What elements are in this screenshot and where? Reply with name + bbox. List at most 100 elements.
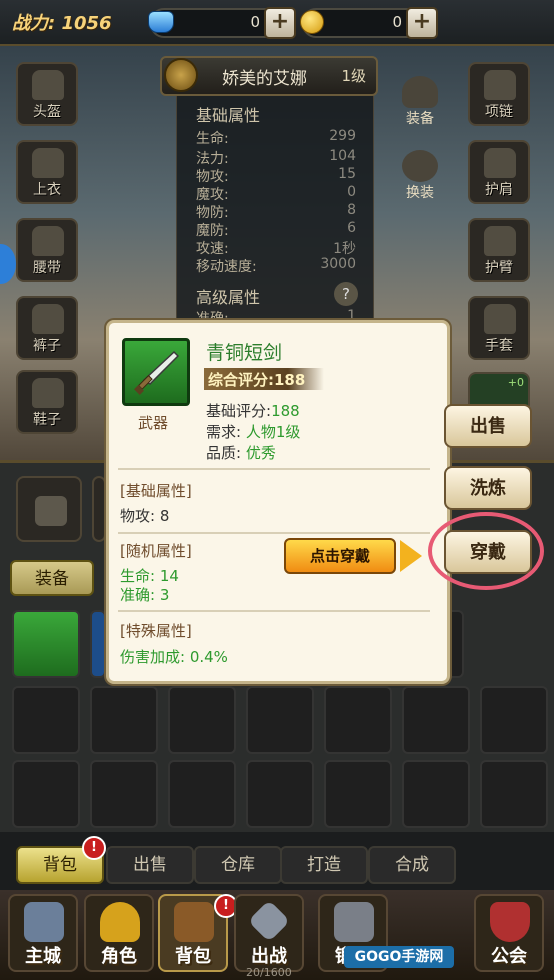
nav-main-city[interactable]: 主城 [8, 894, 78, 972]
tab-craft[interactable]: 打造 [280, 846, 368, 884]
bag-capacity: 20/1600 [246, 966, 292, 979]
slot-bracer[interactable]: 护臂 [468, 218, 530, 282]
item-name: 青铜短剑 [206, 342, 283, 364]
slot-label: 护臂 [485, 260, 513, 276]
attr-row: 攻速: 1秒 [196, 241, 356, 257]
special-attr-line: 伤害加成: 0.4% [120, 648, 228, 666]
gold-value: 0 [392, 13, 402, 31]
slot-necklace[interactable]: 项链 [468, 62, 530, 126]
nav-guild[interactable]: 公会 [474, 894, 544, 972]
inventory-cell[interactable] [12, 760, 80, 828]
inventory-cell[interactable] [480, 760, 548, 828]
gloves-icon [484, 304, 516, 334]
inventory-item-sword[interactable] [12, 610, 80, 678]
random-attr-line: 生命: 14 [120, 567, 179, 585]
inventory-cell[interactable] [402, 686, 470, 754]
power-value: 1056 [61, 13, 112, 34]
locked-slot[interactable] [16, 476, 82, 542]
slot-label: 上衣 [33, 182, 61, 198]
change-outfit-icon [402, 150, 438, 182]
inventory-cell[interactable] [246, 760, 314, 828]
inventory-item[interactable] [90, 610, 106, 678]
locked-slot[interactable] [92, 476, 106, 542]
equip-tab-button[interactable]: 装备 [394, 76, 446, 132]
help-icon[interactable]: ? [334, 282, 358, 306]
hero-name: 娇美的艾娜 [222, 69, 307, 89]
slot-label: 头盔 [33, 104, 61, 120]
bracer-icon [484, 226, 516, 256]
necklace-icon [484, 70, 516, 100]
slot-gloves[interactable]: 手套 [468, 296, 530, 360]
inventory-cell[interactable] [90, 760, 158, 828]
pants-icon [32, 304, 64, 334]
slot-helmet[interactable]: 头盔 [16, 62, 78, 126]
divider [118, 468, 430, 470]
divider [118, 532, 430, 534]
requirement: 需求: 人物1级 [206, 423, 301, 441]
refine-button[interactable]: 洗炼 [444, 466, 532, 510]
arrow-right-icon [400, 540, 422, 572]
overall-score: 综合评分:188 [208, 371, 306, 389]
power-label: 战力: [12, 13, 56, 34]
attr-row: 魔攻: 0 [196, 184, 356, 203]
attr-row: 移动速度: 3000 [196, 256, 356, 275]
sell-button[interactable]: 出售 [444, 404, 532, 448]
change-outfit-button[interactable]: 换装 [394, 150, 446, 206]
swords-icon [247, 899, 291, 943]
tab-sell[interactable]: 出售 [106, 846, 194, 884]
tab-warehouse[interactable]: 仓库 [194, 846, 282, 884]
slot-shoes[interactable]: 鞋子 [16, 370, 78, 434]
slot-pants[interactable]: 裤子 [16, 296, 78, 360]
change-outfit-label: 换装 [406, 185, 434, 201]
section-special-title: [特殊属性] [120, 622, 192, 640]
gem-counter: 0 + [148, 7, 296, 39]
attr-row: 法力: 104 [196, 148, 356, 167]
inventory-cell[interactable] [246, 686, 314, 754]
slot-label: 护肩 [485, 182, 513, 198]
item-type: 武器 [138, 414, 169, 432]
crown-icon [100, 902, 140, 942]
nav-label: 主城 [25, 946, 61, 967]
nav-label: 公会 [491, 946, 527, 967]
add-gems-button[interactable]: + [264, 7, 296, 39]
slot-label: 裤子 [33, 338, 61, 354]
random-attr-line: 准确: 3 [120, 586, 170, 604]
inventory-cell[interactable] [324, 760, 392, 828]
slot-label: 鞋子 [33, 412, 61, 428]
basic-attr-title: 基础属性 [196, 106, 261, 125]
hero-level: 1级 [341, 67, 366, 85]
bag-tab-badge: ! [82, 836, 106, 860]
gold-counter: 0 + [300, 7, 438, 39]
section-random-title: [随机属性] [120, 542, 192, 560]
slot-belt[interactable]: 腰带 [16, 218, 78, 282]
tab-combine[interactable]: 合成 [368, 846, 456, 884]
slot-shoulder[interactable]: 护肩 [468, 140, 530, 204]
advanced-attr-title: 高级属性 [196, 288, 261, 307]
tab-equipment[interactable]: 装备 [10, 560, 94, 596]
quality: 品质: 优秀 [206, 444, 276, 462]
inventory-cell[interactable] [168, 760, 236, 828]
belt-icon [32, 226, 64, 256]
attr-row: 生命: 299 [196, 128, 356, 147]
lock-icon [35, 496, 67, 526]
divider [118, 610, 430, 612]
inventory-cell[interactable] [168, 686, 236, 754]
inventory-cell[interactable] [402, 760, 470, 828]
equip-icon [402, 76, 438, 108]
equip-tab-label: 装备 [406, 111, 434, 127]
shoulder-icon [484, 148, 516, 178]
shoes-icon [32, 378, 64, 408]
highlight-ring [428, 512, 544, 590]
backpack-icon [174, 902, 214, 942]
inventory-cell[interactable] [90, 686, 158, 754]
nav-battle[interactable]: 出战 [234, 894, 304, 972]
power-display: 战力: 1056 [12, 9, 112, 35]
slot-armor[interactable]: 上衣 [16, 140, 78, 204]
inventory-cell[interactable] [324, 686, 392, 754]
tap-to-wear-tip[interactable]: 点击穿戴 [284, 538, 396, 574]
nav-character[interactable]: 角色 [84, 894, 154, 972]
add-gold-button[interactable]: + [406, 7, 438, 39]
sword-icon [134, 350, 180, 395]
inventory-cell[interactable] [12, 686, 80, 754]
inventory-cell[interactable] [480, 686, 548, 754]
